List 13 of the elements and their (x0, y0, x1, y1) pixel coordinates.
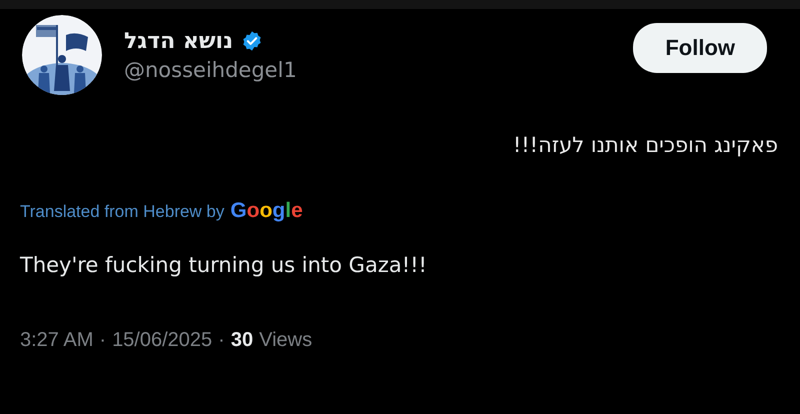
translation-link[interactable]: Translated from Hebrew by (20, 202, 224, 222)
author-name[interactable]: נושא הדגל (124, 28, 234, 54)
views-count: 30 (230, 329, 254, 352)
tweet-time[interactable]: 3:27 AM (20, 329, 94, 352)
author-handle[interactable]: @nosseihdegel1 (124, 58, 634, 82)
tweet-date[interactable]: 15/06/2025 (112, 329, 212, 352)
follow-button[interactable]: Follow (633, 23, 767, 73)
tweet-text: פאקינג הופכים אותנו לעזה!!! (512, 132, 779, 157)
separator-dot: · (218, 329, 225, 352)
separator-dot: · (99, 329, 106, 352)
google-logo: Google (230, 199, 303, 223)
translated-text: They're fucking turning us into Gaza!!! (19, 252, 428, 277)
views-label: Views (259, 329, 312, 352)
